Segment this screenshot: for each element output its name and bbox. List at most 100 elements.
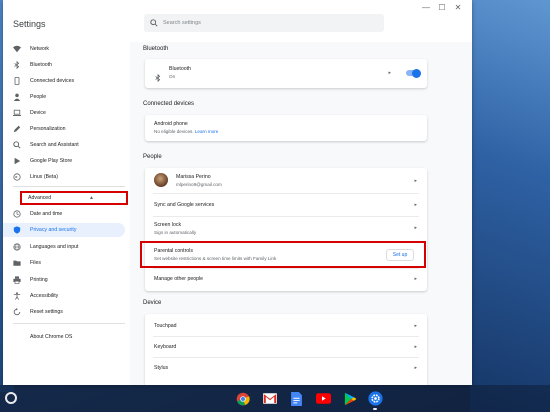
search-placeholder: Search settings [163, 20, 201, 26]
settings-main: Bluetooth Bluetooth On ▸ Connected devic… [130, 42, 472, 385]
docs-icon[interactable] [289, 391, 304, 406]
sidebar-item-people[interactable]: People [3, 90, 125, 104]
chevron-right-icon: ▸ [414, 276, 417, 282]
section-title-bluetooth: Bluetooth [143, 46, 169, 52]
sidebar-item-date-time[interactable]: Date and time [3, 207, 125, 221]
parental-controls-highlight [140, 241, 426, 268]
search-icon [150, 19, 158, 27]
sidebar-item-label: Reset settings [30, 309, 63, 315]
sidebar-item-languages[interactable]: Languages and input [3, 240, 125, 254]
settings-icon[interactable] [368, 391, 383, 406]
sidebar-item-device[interactable]: Device [3, 106, 125, 120]
bluetooth-row[interactable]: Bluetooth On ▸ [145, 59, 427, 88]
sync-row[interactable]: Sync and Google services ▸ [145, 194, 427, 216]
sidebar: Network Bluetooth Connected devices Peop… [3, 42, 130, 385]
terminal-icon [13, 173, 21, 181]
device-card: Touchpad ▸ Keyboard ▸ Stylus ▸ [145, 314, 427, 385]
connected-devices-card: Android phone No eligible devices. Learn… [145, 115, 427, 141]
screen-lock-title: Screen lock [154, 222, 182, 228]
chevron-up-icon: ▲ [89, 195, 94, 201]
sidebar-item-label: Search and Assistant [30, 142, 79, 148]
chevron-right-icon: ▸ [414, 344, 417, 350]
bluetooth-toggle[interactable] [406, 68, 421, 78]
sidebar-item-linux[interactable]: Linux (Beta) [3, 170, 125, 184]
chevron-right-icon: ▸ [388, 70, 391, 76]
sidebar-item-play-store[interactable]: Google Play Store [3, 154, 125, 168]
account-row[interactable]: Marissa Perino mlperino9@gmail.com ▸ [145, 168, 427, 193]
sidebar-item-printing[interactable]: Printing [3, 273, 125, 287]
folder-icon [13, 259, 21, 267]
section-title-device: Device [143, 300, 162, 306]
minimize-button[interactable]: — [420, 3, 432, 13]
youtube-icon[interactable] [316, 391, 331, 406]
sidebar-item-privacy-security[interactable]: Privacy and security [3, 223, 125, 237]
keyboard-row[interactable]: Keyboard ▸ [145, 337, 427, 357]
sidebar-item-label: People [30, 94, 47, 100]
sidebar-item-label: Google Play Store [30, 158, 73, 164]
touchpad-row[interactable]: Touchpad ▸ [145, 314, 427, 336]
sidebar-divider [13, 323, 125, 324]
people-card: Marissa Perino mlperino9@gmail.com ▸ Syn… [145, 168, 427, 291]
printer-icon [13, 276, 21, 284]
android-phone-sub: No eligible devices. Learn more [154, 129, 219, 134]
sidebar-item-label: Privacy and security [30, 227, 77, 233]
section-title-connected-devices: Connected devices [143, 101, 195, 107]
sidebar-item-label: Linux (Beta) [30, 174, 58, 180]
title-bar: Settings Search settings — ☐ ✕ [3, 0, 472, 42]
play-store-icon[interactable] [343, 391, 358, 406]
manage-people-row[interactable]: Manage other people ▸ [145, 269, 427, 291]
wallpaper [470, 0, 550, 412]
sidebar-divider [13, 186, 125, 187]
account-email: mlperino9@gmail.com [176, 182, 222, 187]
screen-lock-row[interactable]: Screen lock Sign in automatically ▸ [145, 217, 427, 241]
toggle-knob [412, 68, 421, 78]
shield-icon [13, 226, 21, 234]
android-phone-row: Android phone No eligible devices. Learn… [145, 115, 427, 141]
screen-lock-sub: Sign in automatically [154, 230, 197, 235]
chevron-right-icon: ▸ [414, 365, 417, 371]
search-icon [13, 141, 21, 149]
sidebar-item-label: Personalization [30, 126, 66, 132]
bluetooth-icon [13, 61, 21, 69]
close-button[interactable]: ✕ [452, 3, 464, 13]
section-title-people: People [143, 154, 162, 160]
touchpad-label: Touchpad [154, 323, 177, 329]
sidebar-item-accessibility[interactable]: Accessibility [3, 289, 125, 303]
manage-people-label: Manage other people [154, 276, 204, 282]
sidebar-item-label: Network [30, 46, 50, 52]
search-input[interactable]: Search settings [144, 14, 384, 32]
sidebar-item-label: Languages and input [30, 244, 79, 250]
phone-icon [13, 77, 21, 85]
laptop-icon [13, 109, 21, 117]
sidebar-item-connected-devices[interactable]: Connected devices [3, 74, 125, 88]
person-icon [13, 93, 21, 101]
chrome-icon[interactable] [235, 391, 250, 406]
sidebar-item-bluetooth[interactable]: Bluetooth [3, 58, 125, 72]
sidebar-item-network[interactable]: Network [3, 42, 125, 56]
bluetooth-icon [154, 69, 162, 87]
pencil-icon [13, 125, 21, 133]
advanced-toggle[interactable]: Advanced ▲ [20, 191, 128, 205]
bluetooth-card: Bluetooth On ▸ [145, 59, 427, 88]
advanced-label: Advanced [28, 195, 52, 201]
sidebar-item-personalization[interactable]: Personalization [3, 122, 125, 136]
wifi-icon [13, 45, 21, 53]
sidebar-item-label: Connected devices [30, 78, 75, 84]
clock-icon [13, 210, 21, 218]
bluetooth-title: Bluetooth [169, 66, 191, 72]
sidebar-item-search-assistant[interactable]: Search and Assistant [3, 138, 125, 152]
keyboard-label: Keyboard [154, 344, 177, 350]
sidebar-item-files[interactable]: Files [3, 256, 125, 270]
learn-more-link[interactable]: Learn more [195, 129, 219, 134]
stylus-row[interactable]: Stylus ▸ [145, 358, 427, 378]
maximize-button[interactable]: ☐ [436, 3, 448, 13]
launcher-button[interactable] [5, 392, 17, 404]
sidebar-item-label: Files [30, 260, 41, 266]
gmail-icon[interactable] [262, 391, 277, 406]
account-name: Marissa Perino [176, 174, 211, 180]
stylus-label: Stylus [154, 365, 169, 371]
sidebar-item-label: Printing [30, 277, 48, 283]
sidebar-item-reset-settings[interactable]: Reset settings [3, 305, 125, 319]
about-chrome-os-link[interactable]: About Chrome OS [30, 334, 72, 340]
chevron-right-icon: ▸ [414, 202, 417, 208]
